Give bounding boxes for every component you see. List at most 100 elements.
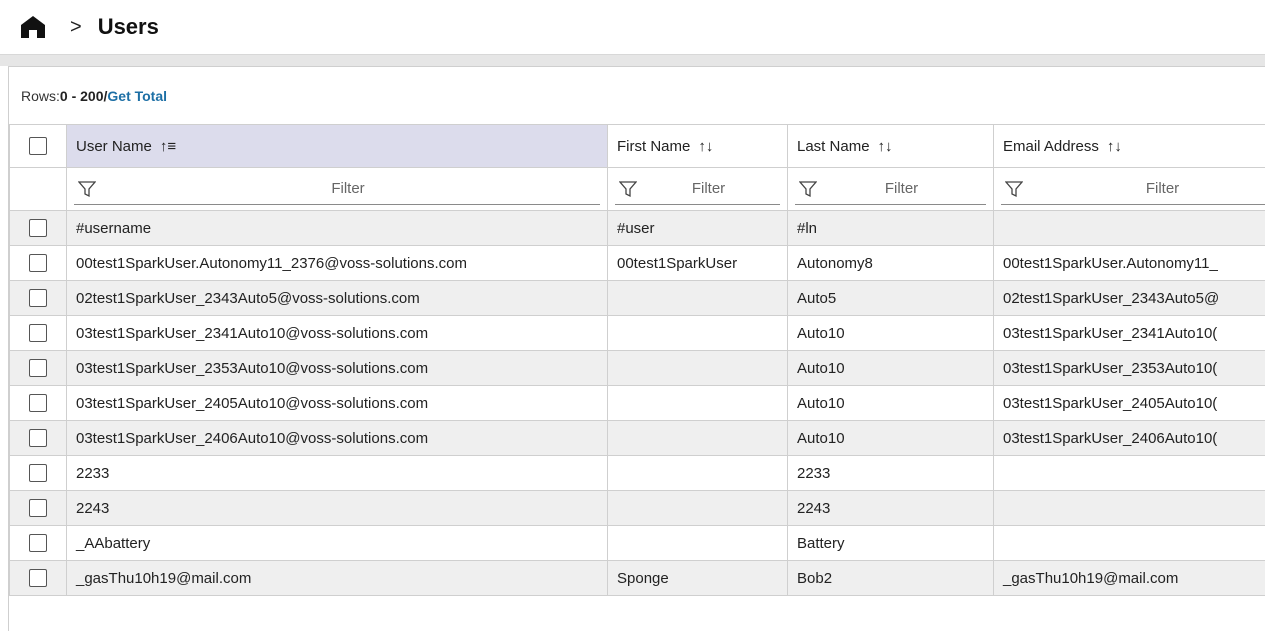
rows-range: 0 - 200	[60, 88, 104, 104]
row-checkbox[interactable]	[29, 534, 47, 552]
cell-first-name: #user	[608, 211, 788, 246]
table-row[interactable]: _AAbattery Battery	[10, 526, 1265, 561]
cell-email: 03test1SparkUser_2406Auto10(	[994, 421, 1265, 456]
cell-last-name: Auto10	[788, 351, 994, 386]
column-header-email[interactable]: Email Address↑↓	[994, 125, 1265, 168]
header-row: User Name ↑≡ First Name↑↓ Last Name ↑↓ Ema…	[10, 125, 1265, 168]
cell-username[interactable]: 03test1SparkUser_2405Auto10@voss-solutio…	[67, 386, 608, 421]
filter-icon[interactable]	[619, 180, 637, 198]
cell-username[interactable]: 03test1SparkUser_2353Auto10@voss-solutio…	[67, 351, 608, 386]
sort-ascending-icon[interactable]: ↑≡	[160, 138, 176, 155]
column-label: User Name	[76, 138, 152, 155]
cell-last-name: Battery	[788, 526, 994, 561]
cell-username[interactable]: 02test1SparkUser_2343Auto5@voss-solution…	[67, 281, 608, 316]
column-header-first-name[interactable]: First Name↑↓	[608, 125, 788, 168]
sort-icon[interactable]: ↑↓	[1107, 138, 1122, 155]
cell-last-name: 2233	[788, 456, 994, 491]
filter-placeholder: Filter	[817, 180, 986, 197]
cell-first-name: Sponge	[608, 561, 788, 596]
row-select-cell	[10, 386, 67, 421]
table-row[interactable]: 03test1SparkUser_2405Auto10@voss-solutio…	[10, 386, 1265, 421]
cell-first-name	[608, 351, 788, 386]
cell-last-name: Auto10	[788, 316, 994, 351]
page-title: Users	[98, 14, 159, 40]
cell-email	[994, 211, 1265, 246]
filter-input-last-name[interactable]: Filter	[795, 174, 986, 205]
select-all-checkbox[interactable]	[29, 137, 47, 155]
table-row[interactable]: 2243 2243	[10, 491, 1265, 526]
row-checkbox[interactable]	[29, 569, 47, 587]
cell-first-name	[608, 491, 788, 526]
cell-last-name: Auto10	[788, 386, 994, 421]
row-checkbox[interactable]	[29, 254, 47, 272]
column-header-last-name[interactable]: Last Name ↑↓	[788, 125, 994, 168]
cell-username[interactable]: _gasThu10h19@mail.com	[67, 561, 608, 596]
cell-last-name: #ln	[788, 211, 994, 246]
filter-input-username[interactable]: Filter	[74, 174, 600, 205]
table-row[interactable]: 00test1SparkUser.Autonomy11_2376@voss-so…	[10, 246, 1265, 281]
table-row[interactable]: 03test1SparkUser_2353Auto10@voss-solutio…	[10, 351, 1265, 386]
row-select-cell	[10, 456, 67, 491]
row-checkbox[interactable]	[29, 289, 47, 307]
row-checkbox[interactable]	[29, 324, 47, 342]
cell-last-name: Bob2	[788, 561, 994, 596]
cell-email	[994, 456, 1265, 491]
cell-first-name	[608, 456, 788, 491]
cell-email	[994, 526, 1265, 561]
row-select-cell	[10, 316, 67, 351]
cell-last-name: Autonomy8	[788, 246, 994, 281]
cell-username[interactable]: 2233	[67, 456, 608, 491]
filter-placeholder: Filter	[637, 180, 780, 197]
cell-first-name: 00test1SparkUser	[608, 246, 788, 281]
row-select-cell	[10, 281, 67, 316]
cell-username[interactable]: #username	[67, 211, 608, 246]
users-table: User Name ↑≡ First Name↑↓ Last Name ↑↓ Ema…	[9, 124, 1265, 596]
cell-username[interactable]: 03test1SparkUser_2406Auto10@voss-solutio…	[67, 421, 608, 456]
cell-first-name	[608, 316, 788, 351]
filter-cell-username: Filter	[67, 168, 608, 211]
cell-email: 02test1SparkUser_2343Auto5@	[994, 281, 1265, 316]
filter-row: Filter Filter Filter	[10, 168, 1265, 211]
rows-prefix: Rows:	[21, 88, 60, 104]
cell-username[interactable]: 00test1SparkUser.Autonomy11_2376@voss-so…	[67, 246, 608, 281]
cell-email: 03test1SparkUser_2405Auto10(	[994, 386, 1265, 421]
column-label: Last Name	[797, 138, 870, 155]
cell-username[interactable]: 2243	[67, 491, 608, 526]
select-all-cell	[10, 125, 67, 168]
row-checkbox[interactable]	[29, 219, 47, 237]
table-row[interactable]: 03test1SparkUser_2406Auto10@voss-solutio…	[10, 421, 1265, 456]
row-select-cell	[10, 526, 67, 561]
row-select-cell	[10, 561, 67, 596]
chevron-right-icon: >	[70, 16, 82, 39]
sort-icon[interactable]: ↑↓	[878, 138, 893, 155]
filter-icon[interactable]	[799, 180, 817, 198]
filter-input-first-name[interactable]: Filter	[615, 174, 780, 205]
table-row[interactable]: #username #user #ln	[10, 211, 1265, 246]
table-row[interactable]: 02test1SparkUser_2343Auto5@voss-solution…	[10, 281, 1265, 316]
sort-icon[interactable]: ↑↓	[698, 138, 713, 155]
column-header-username[interactable]: User Name ↑≡	[67, 125, 608, 168]
cell-first-name	[608, 386, 788, 421]
row-select-cell	[10, 211, 67, 246]
row-select-cell	[10, 351, 67, 386]
home-icon[interactable]	[20, 14, 46, 40]
table-row[interactable]: 03test1SparkUser_2341Auto10@voss-solutio…	[10, 316, 1265, 351]
table-row[interactable]: 2233 2233	[10, 456, 1265, 491]
cell-last-name: Auto10	[788, 421, 994, 456]
table-row[interactable]: _gasThu10h19@mail.com Sponge Bob2 _gasTh…	[10, 561, 1265, 596]
cell-username[interactable]: 03test1SparkUser_2341Auto10@voss-solutio…	[67, 316, 608, 351]
get-total-link[interactable]: Get Total	[107, 88, 167, 104]
filter-input-email[interactable]: Filter	[1001, 174, 1265, 205]
row-checkbox[interactable]	[29, 499, 47, 517]
filter-placeholder: Filter	[96, 180, 600, 197]
filter-cell-first-name: Filter	[608, 168, 788, 211]
row-checkbox[interactable]	[29, 464, 47, 482]
row-checkbox[interactable]	[29, 359, 47, 377]
row-select-cell	[10, 421, 67, 456]
filter-icon[interactable]	[1005, 180, 1023, 198]
row-checkbox[interactable]	[29, 429, 47, 447]
cell-username[interactable]: _AAbattery	[67, 526, 608, 561]
row-checkbox[interactable]	[29, 394, 47, 412]
filter-icon[interactable]	[78, 180, 96, 198]
filter-cell-last-name: Filter	[788, 168, 994, 211]
